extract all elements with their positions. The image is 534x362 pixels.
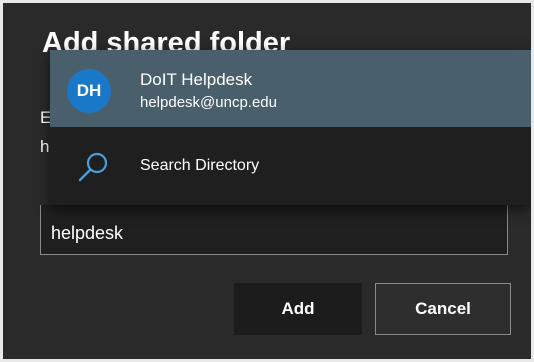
search-directory-label: Search Directory [140,157,260,174]
avatar: DH [67,69,111,113]
suggestion-contact-item[interactable]: DH DoIT Helpdesk helpdesk@uncp.edu [50,50,531,127]
add-button[interactable]: Add [234,283,362,335]
contact-email: helpdesk@uncp.edu [140,94,277,111]
folder-search-input[interactable] [40,205,508,255]
add-shared-folder-dialog: Add shared folder E h Add Cancel DH DoIT… [3,3,531,359]
suggestions-dropdown: DH DoIT Helpdesk helpdesk@uncp.edu Searc… [50,50,531,205]
contact-name: DoIT Helpdesk [140,70,253,89]
search-icon [78,152,108,182]
instruction-text-fragment: h [40,137,50,156]
cancel-button[interactable]: Cancel [375,283,511,335]
search-directory-item[interactable]: Search Directory [50,127,531,205]
